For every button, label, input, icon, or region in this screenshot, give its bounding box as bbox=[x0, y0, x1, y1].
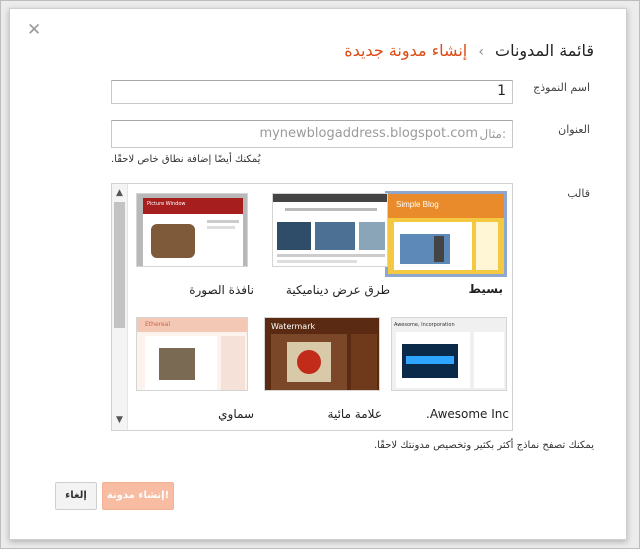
template-dynamic-views-name: طرق عرض ديناميكية bbox=[285, 283, 390, 297]
breadcrumb: قائمة المدونات › إنشاء مدونة جديدة bbox=[344, 41, 594, 60]
address-placeholder: mynewblogaddress.blogspot.com bbox=[259, 126, 478, 141]
title-input[interactable]: 1 bbox=[111, 80, 513, 104]
address-hint: يُمكنك أيضًا إضافة نطاق خاص لاحقًا. bbox=[111, 154, 261, 165]
cancel-button[interactable]: إلغاء bbox=[55, 482, 97, 510]
watermark-thumb-title: Watermark bbox=[271, 322, 316, 331]
ethereal-thumb-title: Ethereal bbox=[145, 321, 171, 328]
template-ethereal-thumbnail: Ethereal bbox=[136, 317, 248, 391]
template-watermark-thumbnail: Watermark bbox=[264, 317, 380, 391]
template-watermark[interactable]: Watermark علامة مائية bbox=[264, 317, 382, 425]
template-picture-window-name: نافذة الصورة bbox=[189, 283, 254, 297]
template-simple-name: بسيط bbox=[468, 282, 503, 296]
template-awesome-inc-name: Awesome Inc. bbox=[426, 407, 509, 421]
template-scrollbar[interactable]: ▲ ▼ bbox=[112, 184, 128, 430]
scrollbar-thumb[interactable] bbox=[114, 202, 125, 328]
template-hint: يمكنك تصفح نماذج أكثر بكثير وتخصيص مدونت… bbox=[373, 440, 594, 451]
address-input[interactable]: مثال: mynewblogaddress.blogspot.com bbox=[111, 120, 513, 148]
template-simple-thumbnail: Simple Blog bbox=[385, 191, 507, 277]
address-example-prefix: مثال: bbox=[479, 127, 506, 141]
template-label: قالب bbox=[567, 187, 590, 200]
template-dynamic-views[interactable]: طرق عرض ديناميكية bbox=[272, 193, 390, 301]
template-ethereal[interactable]: Ethereal سماوي bbox=[136, 317, 254, 425]
template-dynamic-views-thumbnail bbox=[272, 193, 388, 267]
awesome-thumb-title: Awesome, Incorporation bbox=[394, 322, 455, 328]
template-awesome-inc[interactable]: Awesome, Incorporation Awesome Inc. bbox=[391, 317, 509, 425]
breadcrumb-current-page: إنشاء مدونة جديدة bbox=[344, 41, 468, 60]
template-ethereal-name: سماوي bbox=[218, 407, 254, 421]
title-label: اسم النموذج bbox=[533, 81, 590, 94]
address-label: العنوان bbox=[558, 123, 590, 136]
picture-window-thumb-title: Picture Window bbox=[147, 201, 186, 207]
breadcrumb-blog-list-link[interactable]: قائمة المدونات bbox=[495, 41, 594, 60]
template-awesome-inc-thumbnail: Awesome, Incorporation bbox=[391, 317, 507, 391]
template-picture-window[interactable]: Picture Window نافذة الصورة bbox=[136, 193, 254, 301]
window-frame: ✕ قائمة المدونات › إنشاء مدونة جديدة اسم… bbox=[0, 0, 640, 549]
scroll-down-icon[interactable]: ▼ bbox=[114, 414, 125, 426]
scroll-up-icon[interactable]: ▲ bbox=[114, 187, 125, 199]
create-blog-button[interactable]: إنشاء مدونة! bbox=[102, 482, 174, 510]
template-watermark-name: علامة مائية bbox=[327, 407, 382, 421]
create-blog-dialog: ✕ قائمة المدونات › إنشاء مدونة جديدة اسم… bbox=[9, 8, 627, 540]
template-picture-window-thumbnail: Picture Window bbox=[136, 193, 248, 267]
simple-thumb-title: Simple Blog bbox=[396, 200, 439, 209]
breadcrumb-separator-icon: › bbox=[478, 44, 484, 60]
template-picker: ▲ ▼ Simple Blog بسيط طرق عرض ديناميكية P… bbox=[111, 183, 513, 431]
template-simple[interactable]: Simple Blog بسيط bbox=[385, 191, 507, 299]
close-icon[interactable]: ✕ bbox=[27, 22, 41, 39]
